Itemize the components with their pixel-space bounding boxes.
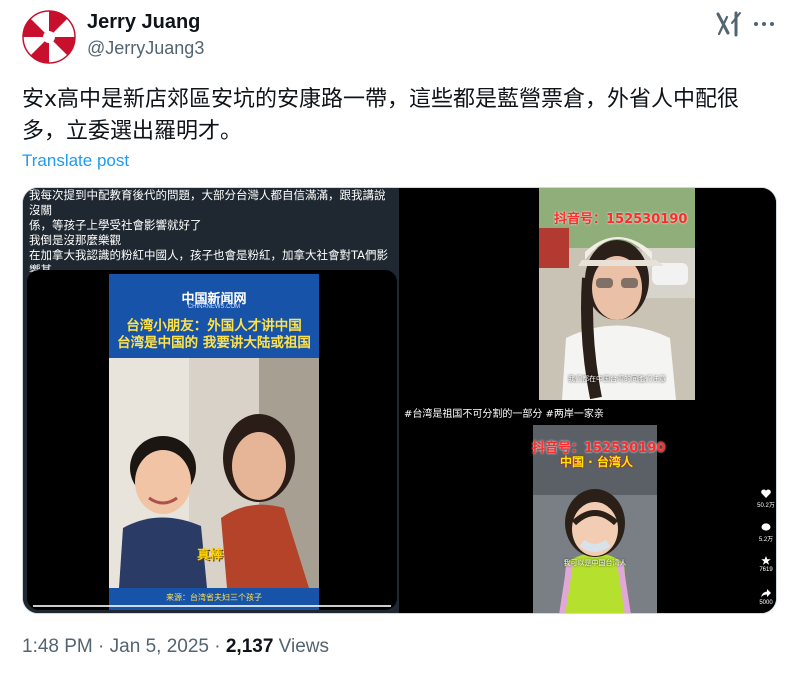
media-image-3[interactable]: #台湾是祖国不可分割的一部分 #两岸一家亲 抖音号：152530190 中国 ·… [402,403,776,613]
headline-line: 台湾小朋友：外国人才讲中国 [126,318,302,334]
video-still-photo [402,403,776,613]
douyin-id-overlay: 抖音号：152530190 [554,212,688,227]
separator: · [92,636,110,657]
post-meta: 1:48 PM · Jan 5, 2025 · 2,137 Views [22,636,329,658]
tweet-text: 安x高中是新店郊區安坑的安康路一帶，這些都是藍營票倉，外省人中配很 多，立委選出… [22,84,777,148]
grok-icon[interactable] [715,11,743,37]
post-time[interactable]: 1:48 PM [22,636,93,657]
caption-line: 我倒是沒那麼樂觀 [29,233,121,247]
video-subtitle: 我们都在中国台湾的同胞们注意 [568,376,666,383]
heart-icon [761,489,771,498]
views-count[interactable]: 2,137 [226,636,274,657]
umbrella-logo-icon [22,10,76,64]
favorite-stat: 7619 [754,556,776,573]
news-video-card: 中国新闻网 CHINANEWS.COM 台湾小朋友：外国人才讲中国 台湾是中国的… [109,274,319,610]
star-icon [761,556,771,565]
comment-count: 5.2万 [758,537,774,543]
author-name[interactable]: Jerry Juang [87,11,200,34]
embedded-video-frame: 中国新闻网 CHINANEWS.COM 台湾小朋友：外国人才讲中国 台湾是中国的… [27,270,397,610]
sticker-text: 真棒 [197,547,224,562]
like-count: 50.2万 [757,503,775,509]
video-progress-bar[interactable] [33,605,391,607]
news-headline: 台湾小朋友：外国人才讲中国 台湾是中国的 我要讲大陆或祖国 [113,318,315,352]
video-subtitle: 我可以是中国台湾人 [563,560,627,567]
comment-icon [761,523,771,531]
caption-line: 我每次提到中配教育後代的問題，大部分台灣人都自信滿滿，跟我講說沒關 [29,188,386,217]
post-date[interactable]: Jan 5, 2025 [110,636,209,657]
favorite-count: 7619 [759,567,773,573]
avatar[interactable] [22,10,76,64]
news-logo-sub: CHINANEWS.COM [187,304,241,310]
hashtags-caption: #台湾是祖国不可分割的一部分 #两岸一家亲 [404,409,604,420]
video-still-photo: 真棒 [109,358,319,588]
views-label: Views [273,636,330,657]
separator: · [208,636,226,657]
news-source: 来源：台湾省夫妇三个孩子 [166,593,262,602]
video-title-overlay: 中国 · 台湾人 [560,455,633,469]
share-icon [761,589,771,598]
more-dots-icon[interactable] [752,12,776,36]
translate-post-link[interactable]: Translate post [22,151,129,171]
media-image-1[interactable]: 我每次提到中配教育後代的問題，大部分台灣人都自信滿滿，跟我講說沒關 係，等孩子上… [23,188,399,613]
share-stat: 5000 [754,589,776,606]
headline-line: 台湾是中国的 我要讲大陆或祖国 [117,335,311,351]
comment-stat: 5.2万 [754,523,776,543]
media-grid: 我每次提到中配教育後代的問題，大部分台灣人都自信滿滿，跟我講說沒關 係，等孩子上… [22,187,777,614]
like-stat: 50.2万 [754,489,776,509]
author-handle[interactable]: @JerryJuang3 [87,38,204,59]
media-image-2[interactable]: 抖音号：152530190 我们都在中国台湾的同胞们注意 [402,188,776,400]
caption-line: 係，等孩子上學受社會影響就好了 [29,218,202,232]
share-count: 5000 [759,600,773,606]
tweet-text-line: 安x高中是新店郊區安坑的安康路一帶，這些都是藍營票倉，外省人中配很 [22,87,740,112]
tweet-text-line: 多，立委選出羅明才。 [22,119,243,144]
